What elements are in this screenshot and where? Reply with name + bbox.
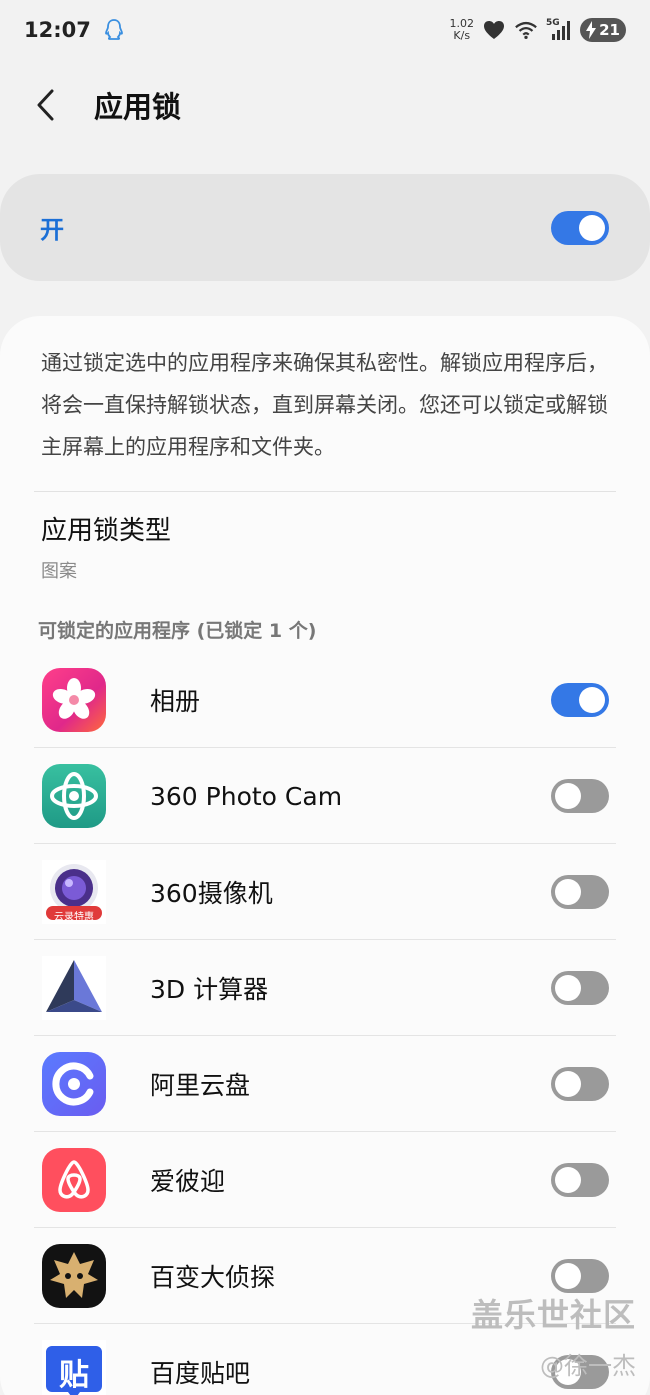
back-button[interactable] <box>16 75 76 135</box>
app-lock-toggle[interactable] <box>551 779 609 813</box>
airbnb-icon <box>42 1148 106 1212</box>
360-photo-cam-icon <box>42 764 106 828</box>
battery-charging-icon <box>586 21 596 39</box>
divider <box>34 491 616 492</box>
app-lock-toggle[interactable] <box>551 1163 609 1197</box>
master-switch-label: 开 <box>40 216 64 244</box>
detective-icon <box>42 1244 106 1308</box>
signal-icon: 5G <box>546 18 572 42</box>
wifi-icon <box>515 21 537 40</box>
3d-calculator-icon <box>42 956 106 1020</box>
back-arrow-icon <box>37 89 54 121</box>
watermark-title: 盖乐世社区 <box>470 1296 636 1334</box>
app-lock-toggle[interactable] <box>551 875 609 909</box>
settings-card: 通过锁定选中的应用程序来确保其私密性。解锁应用程序后，将会一直保持解锁状态，直到… <box>0 316 650 1395</box>
gallery-icon <box>42 668 106 732</box>
app-name: 相册 <box>150 687 201 716</box>
watermark: 盖乐世社区 @徐一杰 <box>471 1290 636 1381</box>
apps-section-label: 可锁定的应用程序 (已锁定 1 个) <box>38 620 317 642</box>
page-title: 应用锁 <box>94 90 182 124</box>
app-name: 3D 计算器 <box>150 975 269 1004</box>
lock-type-value: 图案 <box>41 561 77 582</box>
app-name: 爱彼迎 <box>150 1167 226 1196</box>
description-text: 通过锁定选中的应用程序来确保其私密性。解锁应用程序后，将会一直保持解锁状态，直到… <box>41 351 608 459</box>
app-row-gallery[interactable]: 相册 <box>0 652 650 748</box>
app-name: 百变大侦探 <box>150 1263 276 1292</box>
net-speed-unit: K/s <box>453 29 471 42</box>
app-name: 360 Photo Cam <box>150 781 343 811</box>
app-row-aliyun-drive[interactable]: 阿里云盘 <box>0 1036 650 1132</box>
baidu-tieba-icon: 贴 <box>42 1340 106 1395</box>
watermark-author: @徐一杰 <box>540 1352 636 1380</box>
aliyun-drive-icon <box>42 1052 106 1116</box>
qq-icon <box>104 19 123 40</box>
app-lock-toggle[interactable] <box>551 1259 609 1293</box>
app-lock-toggle[interactable] <box>551 1067 609 1101</box>
status-time: 12:07 <box>24 18 91 42</box>
app-row-360-camera[interactable]: 云录特惠 360摄像机 <box>0 844 650 940</box>
app-name: 阿里云盘 <box>150 1071 251 1100</box>
camera-promo-badge: 云录特惠 <box>54 912 94 923</box>
app-row-3d-calculator[interactable]: 3D 计算器 <box>0 940 650 1036</box>
master-switch-row[interactable]: 开 <box>0 174 650 281</box>
lock-type-setting[interactable]: 应用锁类型 图案 <box>41 510 171 583</box>
app-row-360-photo-cam[interactable]: 360 Photo Cam <box>0 748 650 844</box>
lock-type-title: 应用锁类型 <box>41 516 172 546</box>
battery-level: 21 <box>599 21 620 39</box>
status-bar: 12:07 1.02 K/s 5G 21 <box>0 0 650 60</box>
heart-icon <box>484 21 504 39</box>
net-speed: 1.02 K/s <box>450 18 475 42</box>
360-camera-icon: 云录特惠 <box>42 860 106 924</box>
master-toggle[interactable] <box>551 210 609 245</box>
app-name: 百度贴吧 <box>150 1359 251 1388</box>
app-header: 应用锁 <box>0 60 650 150</box>
app-row-airbnb[interactable]: 爱彼迎 <box>0 1132 650 1228</box>
tieba-char: 贴 <box>59 1358 89 1393</box>
battery-indicator: 21 <box>580 18 626 42</box>
app-name: 360摄像机 <box>150 879 273 908</box>
app-lock-toggle[interactable] <box>551 971 609 1005</box>
app-lock-toggle[interactable] <box>551 683 609 717</box>
